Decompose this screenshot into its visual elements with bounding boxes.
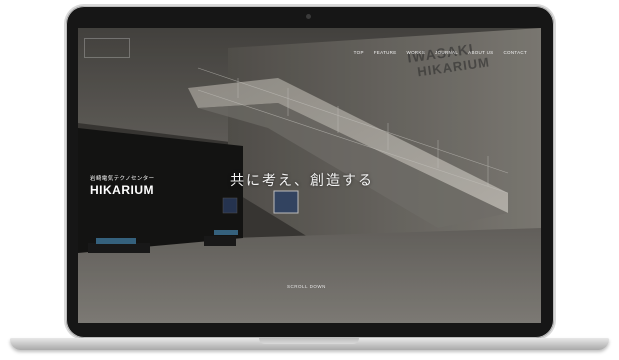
nav-works[interactable]: WORKS [407, 50, 426, 55]
laptop-mockup: IWASAKI HIKARIUM TOP FEATURE WORKS JOURN… [0, 0, 619, 360]
building-sign: 岩崎電気テクノセンター HIKARIUM [90, 174, 186, 197]
website-screen: IWASAKI HIKARIUM TOP FEATURE WORKS JOURN… [78, 28, 541, 323]
nav-journal[interactable]: JOURNAL [435, 50, 458, 55]
scroll-down-link[interactable]: SCROLL DOWN [287, 284, 326, 289]
sign-en-text: HIKARIUM [90, 183, 154, 197]
sign-jp-text: 岩崎電気テクノセンター [90, 176, 155, 182]
nav-contact[interactable]: CONTACT [503, 50, 527, 55]
nav-feature[interactable]: FEATURE [374, 50, 397, 55]
hero-tagline: 共に考え、創造する [230, 173, 374, 189]
camera-icon [306, 14, 311, 19]
nav-about-us[interactable]: ABOUT US [468, 50, 493, 55]
site-logo[interactable] [84, 38, 130, 58]
laptop-notch [259, 338, 359, 344]
nav-top[interactable]: TOP [354, 50, 364, 55]
main-nav: TOP FEATURE WORKS JOURNAL ABOUT US CONTA… [354, 50, 527, 55]
